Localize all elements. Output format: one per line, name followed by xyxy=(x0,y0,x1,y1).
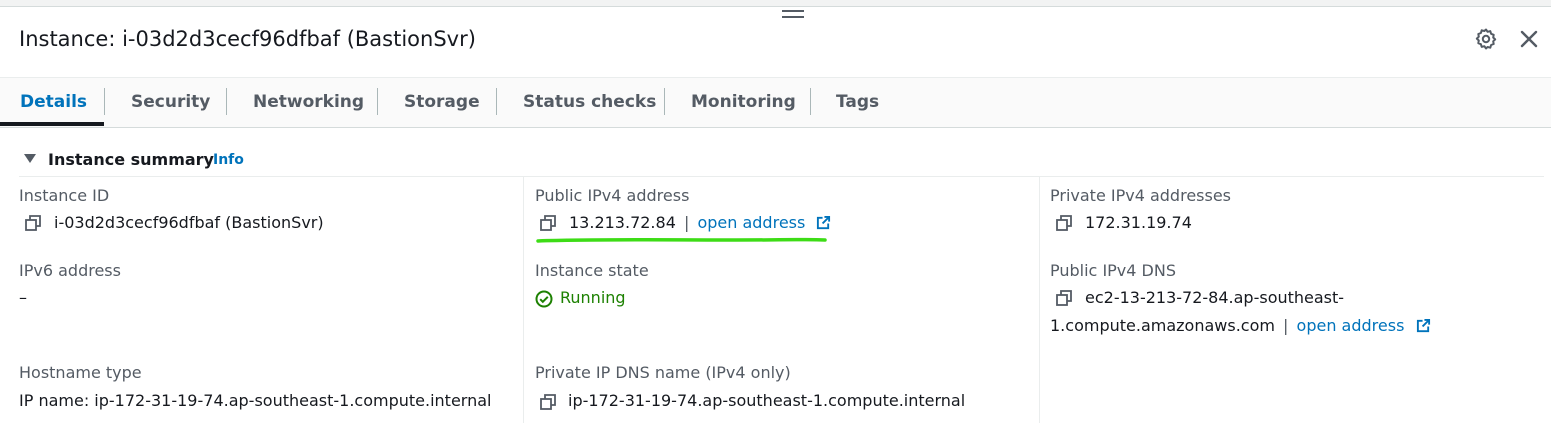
hostname-type-value: IP name: ip-172-31-19-74.ap-southeast-1.… xyxy=(19,391,492,410)
gear-icon[interactable] xyxy=(1474,27,1498,51)
separator: | xyxy=(683,213,690,232)
public-dns-value-line2: 1.compute.amazonaws.com xyxy=(1050,316,1275,335)
open-address-link[interactable]: open address xyxy=(697,213,805,232)
tab-divider xyxy=(226,88,227,115)
active-tab-indicator xyxy=(0,122,104,126)
public-ipv4-value-row: 13.213.72.84 | open address xyxy=(569,213,831,232)
public-dns-value-line1: ec2-13-213-72-84.ap-southeast- xyxy=(1085,288,1345,307)
tab-details[interactable]: Details xyxy=(20,78,87,127)
tab-divider xyxy=(377,88,378,115)
ipv6-value: – xyxy=(19,288,27,307)
private-dns-label: Private IP DNS name (IPv4 only) xyxy=(535,363,791,382)
external-link-icon[interactable] xyxy=(1416,318,1431,333)
copy-icon[interactable] xyxy=(1056,215,1072,231)
tab-divider xyxy=(810,88,811,115)
info-link[interactable]: Info xyxy=(213,152,244,168)
tab-monitoring[interactable]: Monitoring xyxy=(691,78,796,127)
public-dns-value-row: 1.compute.amazonaws.com | open address xyxy=(1050,316,1431,335)
instance-id-value: i-03d2d3cecf96dfbaf (BastionSvr) xyxy=(54,213,324,232)
tab-security[interactable]: Security xyxy=(131,78,210,127)
page-title: Instance: i-03d2d3cecf96dfbaf (BastionSv… xyxy=(19,27,476,51)
tab-divider xyxy=(664,88,665,115)
separator: | xyxy=(1283,316,1289,335)
copy-icon[interactable] xyxy=(540,215,556,231)
private-dns-value: ip-172-31-19-74.ap-southeast-1.compute.i… xyxy=(568,391,966,410)
ipv6-label: IPv6 address xyxy=(19,261,121,280)
public-dns-label: Public IPv4 DNS xyxy=(1050,261,1176,280)
drag-handle-icon[interactable] xyxy=(782,10,804,22)
open-address-link[interactable]: open address xyxy=(1297,316,1405,335)
public-ipv4-label: Public IPv4 address xyxy=(535,186,690,205)
tab-divider xyxy=(496,88,497,115)
divider xyxy=(19,176,1544,177)
column-divider xyxy=(523,176,524,423)
tab-divider xyxy=(104,88,105,115)
copy-icon[interactable] xyxy=(1056,290,1072,306)
tab-tags[interactable]: Tags xyxy=(836,78,879,127)
instance-state-value: Running xyxy=(560,288,626,307)
instance-state-label: Instance state xyxy=(535,261,649,280)
section-header[interactable]: Instance summary xyxy=(48,150,214,169)
tab-status-checks[interactable]: Status checks xyxy=(523,78,656,127)
tab-storage[interactable]: Storage xyxy=(404,78,480,127)
private-ipv4-value: 172.31.19.74 xyxy=(1085,213,1192,232)
tab-networking[interactable]: Networking xyxy=(253,78,364,127)
copy-icon[interactable] xyxy=(540,394,556,410)
annotation-underline xyxy=(536,237,827,243)
private-ipv4-label: Private IPv4 addresses xyxy=(1050,186,1232,205)
column-divider xyxy=(1039,176,1040,423)
panel-top-border xyxy=(0,0,1551,7)
status-success-icon xyxy=(535,290,553,308)
external-link-icon[interactable] xyxy=(816,215,831,230)
hostname-type-label: Hostname type xyxy=(19,363,142,382)
close-icon[interactable] xyxy=(1517,27,1541,51)
public-ipv4-value: 13.213.72.84 xyxy=(569,213,676,232)
copy-icon[interactable] xyxy=(25,215,41,231)
caret-down-icon[interactable] xyxy=(24,154,36,163)
instance-id-label: Instance ID xyxy=(19,186,110,205)
tab-bar: Details Security Networking Storage Stat… xyxy=(0,77,1551,128)
